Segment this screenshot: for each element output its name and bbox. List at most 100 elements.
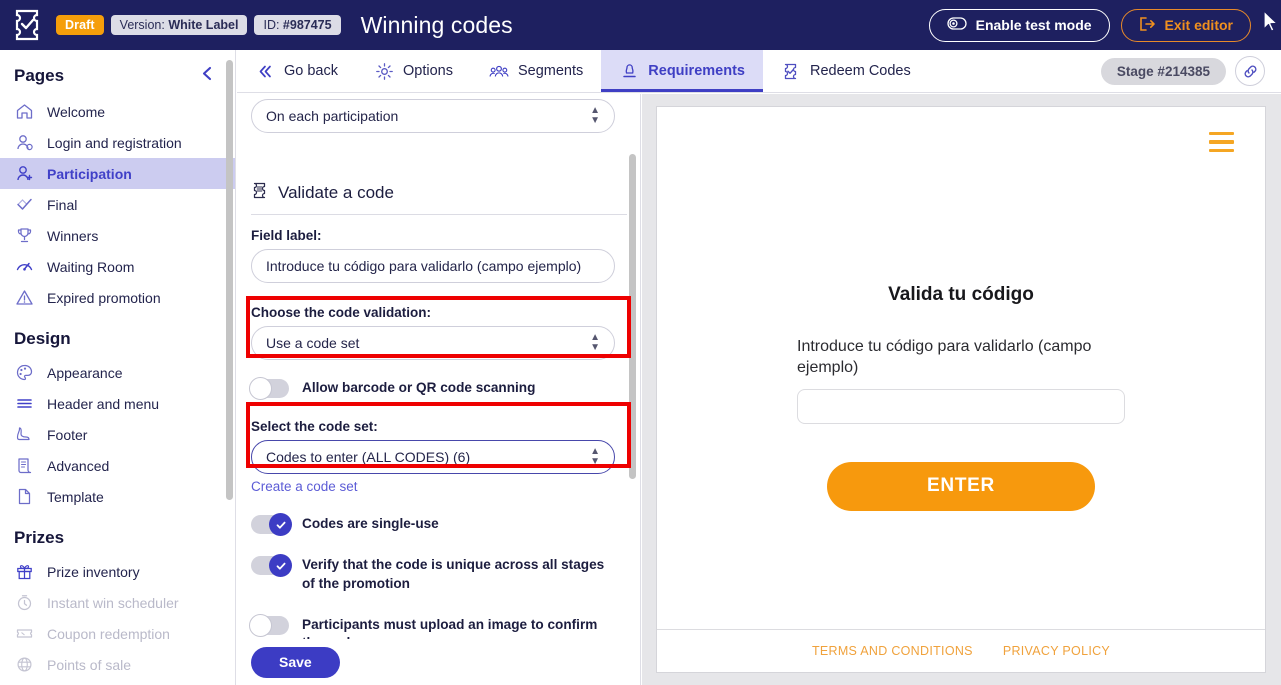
exit-arrow-icon [1139,16,1156,35]
sidebar-item-footer[interactable]: Footer [0,419,235,450]
preview-field-label: Introduce tu código para validarlo (camp… [797,336,1125,379]
sidebar-item-appearance[interactable]: Appearance [0,357,235,388]
verify-unique-code-toggle[interactable] [251,556,289,575]
hamburger-menu-icon[interactable] [1209,132,1234,157]
sidebar-header: Pages [0,50,235,96]
sidebar-item-label: Instant win scheduler [47,595,179,611]
preview-footer: TERMS AND CONDITIONS PRIVACY POLICY [657,629,1265,672]
preview-frame: Valida tu código Introduce tu código par… [656,106,1266,673]
preview-code-input[interactable] [797,389,1125,424]
sidebar-item-welcome[interactable]: Welcome [0,96,235,127]
barcode-scanning-toggle[interactable] [251,379,289,398]
code-validation-select[interactable]: Use a code set ▲▼ [251,326,615,360]
terms-and-conditions-link[interactable]: TERMS AND CONDITIONS [812,644,973,658]
field-label-value: Introduce tu código para validarlo (camp… [266,258,581,274]
sidebar-scrollbar[interactable] [226,60,233,500]
tab-label: Requirements [648,63,745,79]
exit-editor-label: Exit editor [1165,17,1233,33]
palette-icon [14,362,35,383]
sidebar-item-waiting-room[interactable]: Waiting Room [0,251,235,282]
ticket-code-icon [251,181,268,205]
code-validation-value: Use a code set [266,335,359,351]
sidebar-item-label: Header and menu [47,396,159,412]
upload-image-row: Participants must upload an image to con… [251,615,627,640]
tab-requirements[interactable]: Requirements [601,50,763,92]
save-button[interactable]: Save [251,647,340,678]
double-chevron-left-icon [255,61,275,81]
id-prefix: ID: [263,18,282,32]
sidebar-item-advanced[interactable]: Advanced [0,450,235,481]
barcode-scanning-label: Allow barcode or QR code scanning [302,378,535,398]
exit-editor-button[interactable]: Exit editor [1121,9,1251,42]
sidebar-item-prize-inventory[interactable]: Prize inventory [0,556,235,587]
apply-requirement-value: On each participation [266,108,398,124]
toggle-knob [249,614,272,637]
codes-single-use-label: Codes are single-use [302,514,439,534]
chevron-left-icon[interactable] [200,66,215,86]
page-icon [14,486,35,507]
tab-bar: Go back Options Segments Requirements Re… [237,50,1281,93]
sidebar-item-label: Login and registration [47,135,182,151]
codes-single-use-toggle[interactable] [251,515,289,534]
privacy-policy-link[interactable]: PRIVACY POLICY [1003,644,1110,658]
sidebar-item-label: Points of sale [47,657,131,673]
tab-options[interactable]: Options [356,50,471,92]
version-prefix: Version: [120,18,169,32]
form-content: When do you want to apply the requiremen… [237,94,641,639]
ticket-check-icon [781,61,801,81]
form-scrollbar[interactable] [629,154,636,479]
spinner-arrows-icon: ▲▼ [590,106,600,126]
sidebar-design-title: Design [0,313,235,357]
status-badge: Draft [56,15,104,35]
sidebar-item-coupon-redemption[interactable]: Coupon redemption [0,618,235,649]
tab-go-back[interactable]: Go back [237,50,356,92]
preview-panel: Valida tu código Introduce tu código par… [642,94,1281,685]
sidebar-item-final[interactable]: Final [0,189,235,220]
sidebar-item-label: Expired promotion [47,290,161,306]
sidebar-item-participation[interactable]: Participation [0,158,235,189]
tab-label: Options [403,63,453,79]
preview-enter-button[interactable]: ENTER [827,462,1095,511]
requirements-form-panel: When do you want to apply the requiremen… [237,94,641,639]
tab-label: Redeem Codes [810,63,911,79]
toggle-knob [249,377,272,400]
top-bar-actions: Enable test mode Exit editor [929,9,1269,42]
tab-segments[interactable]: Segments [471,50,601,92]
apply-requirement-select[interactable]: On each participation ▲▼ [251,99,615,133]
stamp-icon [619,61,639,81]
sidebar-item-expired-promotion[interactable]: Expired promotion [0,282,235,313]
top-bar: Draft Version: White Label ID: #987475 W… [0,0,1281,50]
tab-redeem-codes[interactable]: Redeem Codes [763,50,929,92]
sidebar-item-instant-win-scheduler[interactable]: Instant win scheduler [0,587,235,618]
globe-grid-icon [14,654,35,675]
sidebar-item-winners[interactable]: Winners [0,220,235,251]
sidebar-item-label: Final [47,197,77,213]
gear-icon [374,61,394,81]
validate-a-code-title: Validate a code [278,183,394,203]
validate-a-code-section-header: Validate a code [251,181,627,215]
code-validation-label: Choose the code validation: [251,305,627,320]
enable-test-mode-label: Enable test mode [976,17,1092,33]
id-badge: ID: #987475 [254,15,340,35]
ticket-check-logo-icon[interactable] [12,8,42,42]
barcode-scanning-row: Allow barcode or QR code scanning [251,378,627,398]
sidebar-item-template[interactable]: Template [0,481,235,512]
check-badge-icon [14,194,35,215]
field-label-input[interactable]: Introduce tu código para validarlo (camp… [251,249,615,283]
sidebar-item-login-and-registration[interactable]: Login and registration [0,127,235,158]
select-code-set-select[interactable]: Codes to enter (ALL CODES) (6) ▲▼ [251,440,615,474]
link-chain-icon[interactable] [1235,56,1265,86]
create-a-code-set-link[interactable]: Create a code set [251,479,627,494]
sidebar-item-label: Waiting Room [47,259,134,275]
upload-image-toggle[interactable] [251,616,289,635]
single-use-row: Codes are single-use [251,514,627,534]
save-bar: Save [237,639,641,685]
spinner-arrows-icon: ▲▼ [590,333,600,353]
sidebar-item-points-of-sale[interactable]: Points of sale [0,649,235,680]
sidebar-item-header-and-menu[interactable]: Header and menu [0,388,235,419]
enable-test-mode-button[interactable]: Enable test mode [929,9,1110,42]
stage-badge[interactable]: Stage #214385 [1101,58,1226,85]
select-code-set-label: Select the code set: [251,419,627,434]
sidebar-item-label: Advanced [47,458,109,474]
sidebar: Pages Welcome Login and registration Par… [0,50,236,685]
